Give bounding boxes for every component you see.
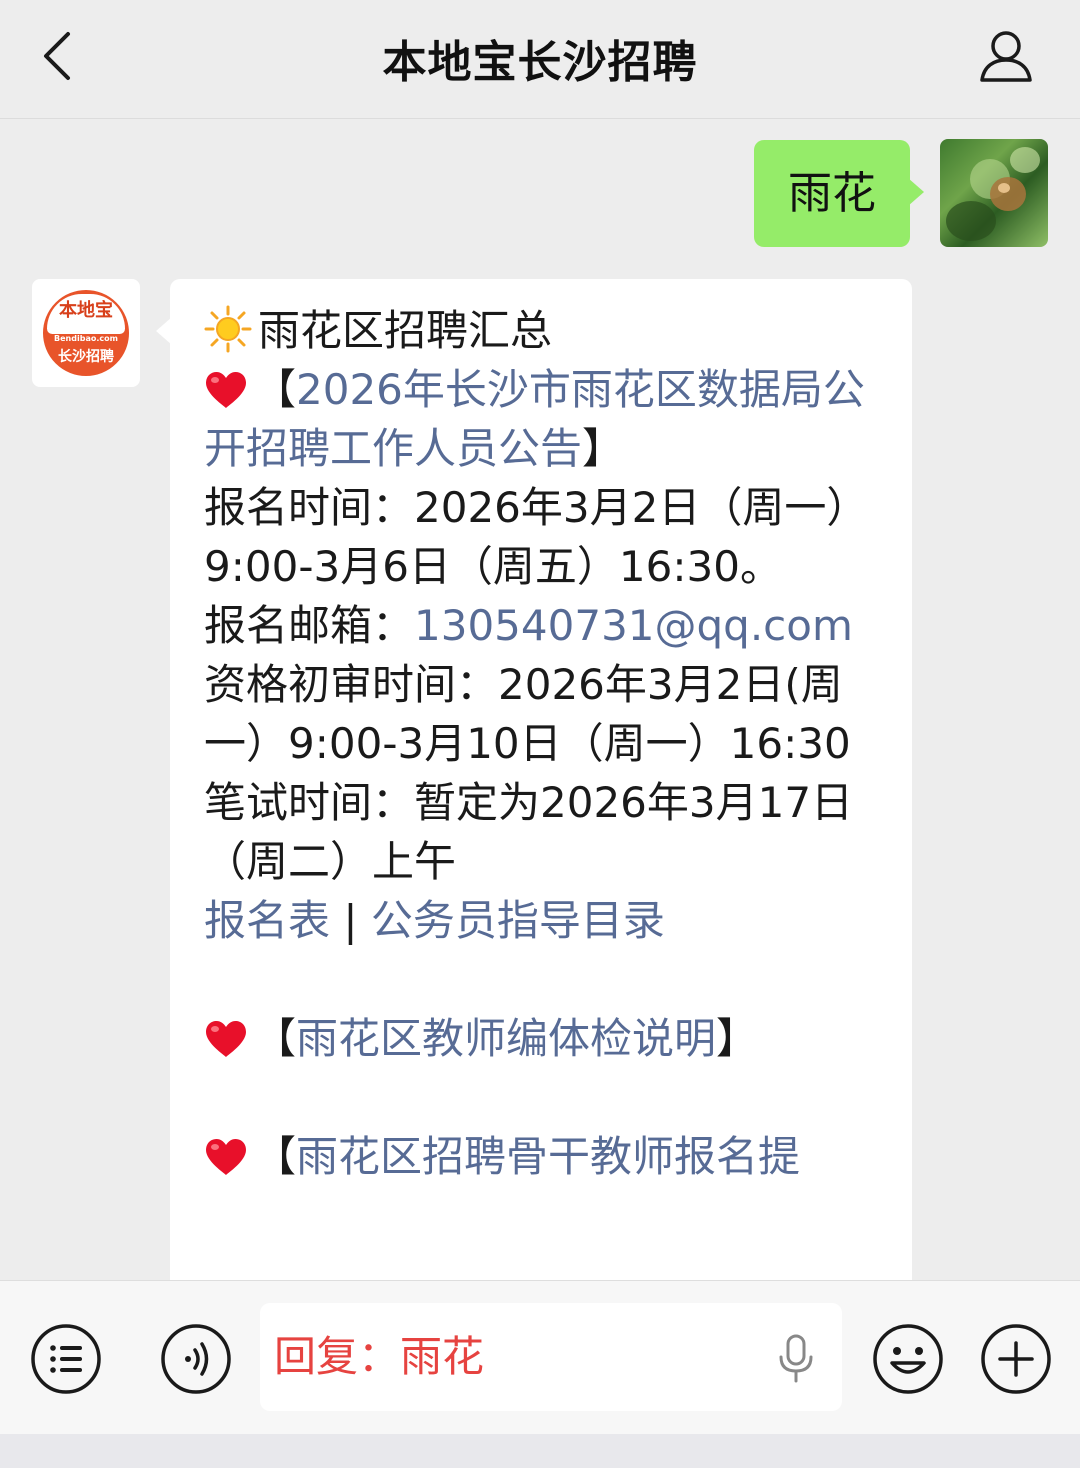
user-avatar[interactable] <box>940 139 1048 247</box>
email-link[interactable]: 130540731@qq.com <box>414 601 853 650</box>
outgoing-message-bubble[interactable]: 雨花 <box>754 140 924 247</box>
message-line-review-time: 资格初审时间：2026年3月2日(周一）9:00-3月10日（周一）16:30 <box>204 660 851 768</box>
message-line-title: 雨花区招聘汇总 <box>204 301 884 360</box>
system-home-bar <box>0 1434 1080 1468</box>
message-line-register-time: 报名时间：2026年3月2日（周一）9:00-3月6日（周五）16:30。 <box>204 483 869 591</box>
message-input[interactable]: 回复：雨花 <box>260 1303 842 1411</box>
sun-icon <box>204 305 252 353</box>
link-key-teacher-registration[interactable]: 雨花区招聘骨干教师报名提 <box>296 1132 800 1181</box>
message-line-exam-time: 笔试时间：暂定为2026年3月17日（周二）上午 <box>204 778 854 886</box>
message-item-3: 【雨花区招聘骨干教师报名提 <box>204 1127 884 1186</box>
chat-title: 本地宝长沙招聘 <box>382 37 698 88</box>
chat-header: 本地宝长沙招聘 <box>0 0 1080 119</box>
chat-messages: 雨花 本地宝 Bendibao.com 长沙招聘 雨花区招聘汇总 【2026年长… <box>0 119 1080 1280</box>
incoming-message-bubble: 雨花区招聘汇总 【2026年长沙市雨花区数据局公开招聘工作人员公告】 报名时间：… <box>156 279 912 1280</box>
red-heart-icon <box>206 1021 246 1057</box>
menu-list-icon[interactable] <box>30 1323 102 1395</box>
red-heart-icon <box>206 372 246 408</box>
message-line-links: 报名表 | 公务员指导目录 <box>204 891 884 950</box>
input-toolbar: 回复：雨花 <box>0 1280 1080 1435</box>
message-item-1: 【2026年长沙市雨花区数据局公开招聘工作人员公告】 <box>204 365 865 473</box>
voice-input-icon[interactable] <box>160 1323 232 1395</box>
message-title-text: 雨花区招聘汇总 <box>258 306 553 355</box>
bendibao-avatar[interactable]: 本地宝 Bendibao.com 长沙招聘 <box>32 279 140 387</box>
microphone-icon[interactable] <box>776 1333 816 1385</box>
add-more-icon[interactable] <box>980 1323 1052 1395</box>
link-civil-servant-catalog[interactable]: 公务员指导目录 <box>371 896 665 945</box>
link-teacher-physical-exam[interactable]: 雨花区教师编体检说明 <box>296 1014 716 1063</box>
message-line-email: 报名邮箱：130540731@qq.com <box>204 601 853 650</box>
message-input-text: 回复：雨花 <box>274 1332 485 1381</box>
emoji-icon[interactable] <box>872 1323 944 1395</box>
bendibao-logo: 本地宝 Bendibao.com 长沙招聘 <box>40 287 132 379</box>
outgoing-message-text: 雨花 <box>788 168 876 219</box>
link-separator: | <box>330 896 371 945</box>
red-heart-icon <box>206 1139 246 1175</box>
link-data-bureau-notice[interactable]: 2026年长沙市雨花区数据局公开招聘工作人员公告 <box>204 365 865 473</box>
message-item-2: 【雨花区教师编体检说明】 <box>204 1009 884 1068</box>
user-profile-icon[interactable] <box>976 26 1036 86</box>
link-application-form[interactable]: 报名表 <box>204 896 330 945</box>
